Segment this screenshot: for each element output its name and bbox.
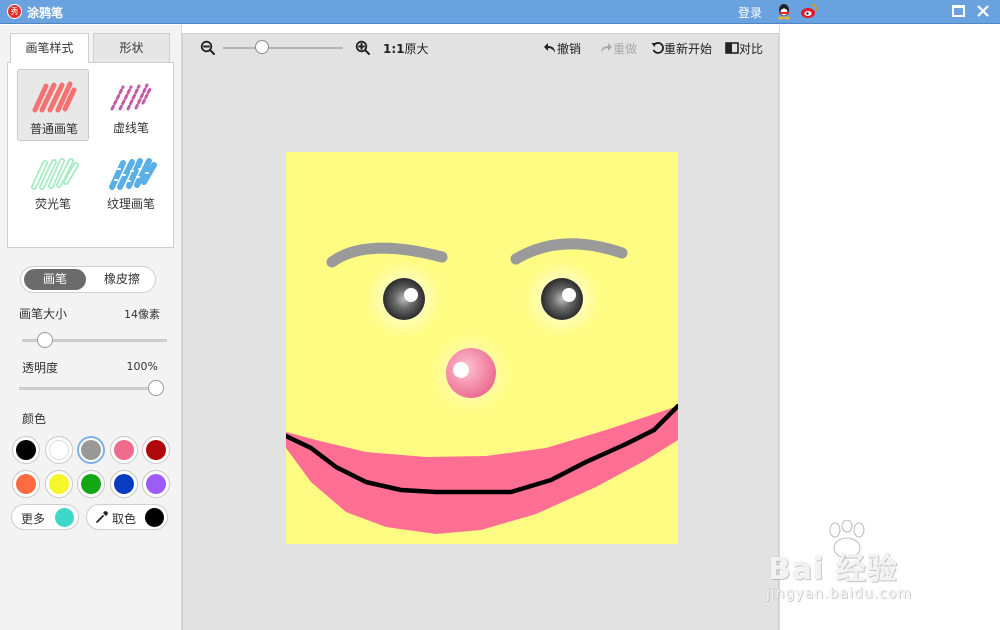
color-swatch-pink[interactable]: [110, 436, 138, 464]
left-eye-highlight: [404, 288, 418, 302]
compare-icon: [725, 42, 739, 54]
redo-button[interactable]: 重做: [599, 40, 637, 57]
more-color-preview: [55, 508, 74, 527]
opacity-track[interactable]: [19, 387, 164, 390]
brush-dashed-label: 虚线笔: [112, 121, 149, 135]
brush-normal[interactable]: 普通画笔: [17, 69, 89, 141]
actual-size-button[interactable]: 1:1原大: [383, 40, 429, 57]
opacity-value: 100%: [126, 360, 158, 373]
right-eye: [541, 278, 583, 320]
color-swatch-orange[interactable]: [12, 470, 40, 498]
weibo-icon[interactable]: [800, 3, 818, 20]
color-swatch-blue[interactable]: [110, 470, 138, 498]
brush-size-label: 画笔大小: [19, 307, 68, 321]
right-eye-highlight: [562, 288, 576, 302]
undo-button[interactable]: 撤销: [543, 40, 581, 57]
opacity-slider[interactable]: [148, 380, 164, 396]
undo-label: 撤销: [557, 42, 582, 56]
restart-label: 重新开始: [664, 42, 713, 56]
highlighter-brush-icon: [31, 158, 79, 190]
color-swatch-gray[interactable]: [77, 436, 105, 464]
swatch-fill: [16, 474, 36, 494]
pen-mode-button[interactable]: 画笔: [24, 269, 86, 290]
swatch-fill: [49, 440, 69, 460]
color-swatch-black[interactable]: [12, 436, 40, 464]
more-colors-button[interactable]: 更多: [11, 504, 79, 530]
pen-eraser-toggle: 画笔 橡皮擦: [20, 266, 156, 293]
tab-shape[interactable]: 形状: [93, 33, 170, 63]
brush-highlighter[interactable]: 荧光笔: [17, 145, 89, 217]
dashed-brush-icon: [110, 83, 153, 111]
left-panel: 画笔样式 形状 普通画笔 虚线笔 荧光笔 纹理画笔 画笔 橡皮擦 画笔大小 14…: [0, 25, 182, 630]
watermark-main: Bai 经验: [768, 552, 898, 587]
color-picker-label: 取色: [112, 512, 137, 526]
nose: [446, 348, 496, 398]
redo-icon: [601, 43, 612, 53]
left-eye: [383, 278, 425, 320]
actual-size-label: 原大: [404, 42, 429, 56]
normal-brush-icon: [32, 81, 77, 113]
restart-button[interactable]: 重新开始: [651, 40, 712, 57]
brush-normal-label: 普通画笔: [29, 122, 78, 136]
watermark: Bai 经验 jingyan.baidu.com: [740, 520, 990, 610]
brush-size-value: 14像素: [124, 308, 160, 321]
color-label: 颜色: [22, 412, 47, 426]
actual-size-ratio: 1:1: [383, 42, 405, 56]
swatch-fill: [16, 440, 36, 460]
eyedropper-icon: [96, 511, 108, 523]
color-swatch-white[interactable]: [45, 436, 73, 464]
redo-label: 重做: [613, 42, 638, 56]
brush-dashed[interactable]: 虚线笔: [95, 69, 167, 141]
tab-brush-style[interactable]: 画笔样式: [10, 33, 89, 63]
color-swatch-purple[interactable]: [142, 470, 170, 498]
more-colors-label: 更多: [21, 512, 46, 526]
drawing-canvas[interactable]: [286, 152, 678, 544]
opacity-label: 透明度: [22, 361, 59, 375]
swatch-fill: [146, 440, 166, 460]
window-title: 涂鸦笔: [27, 6, 64, 20]
color-swatch-green[interactable]: [77, 470, 105, 498]
brush-size-slider[interactable]: [37, 332, 54, 348]
brush-list: 普通画笔 虚线笔 荧光笔 纹理画笔: [7, 62, 174, 248]
color-swatch-darkred[interactable]: [142, 436, 170, 464]
qq-icon[interactable]: [776, 3, 792, 20]
color-swatch-yellow[interactable]: [45, 470, 73, 498]
swatch-fill: [81, 440, 101, 460]
close-icon[interactable]: [975, 3, 991, 19]
zoom-slider[interactable]: [254, 40, 269, 54]
swatch-fill: [114, 474, 134, 494]
brush-texture-label: 纹理画笔: [106, 197, 155, 211]
swatch-fill: [49, 474, 69, 494]
zoom-out-icon[interactable]: [200, 40, 216, 56]
brush-highlighter-label: 荧光笔: [34, 197, 71, 211]
nose-highlight: [453, 362, 469, 378]
login-link[interactable]: 登录: [738, 4, 762, 21]
eraser-mode-button[interactable]: 橡皮擦: [91, 269, 153, 290]
compare-button[interactable]: 对比: [725, 40, 763, 57]
undo-icon: [544, 43, 555, 53]
title-bar: 秀 涂鸦笔 登录: [0, 0, 1000, 24]
swatch-fill: [114, 440, 134, 460]
color-picker-button[interactable]: 取色: [86, 504, 168, 530]
picked-color-preview: [145, 508, 164, 527]
maximize-icon[interactable]: [952, 5, 965, 17]
restart-icon: [651, 42, 664, 54]
app-logo-icon: 秀: [7, 4, 22, 19]
zoom-track[interactable]: [223, 47, 343, 49]
texture-brush-icon: [109, 158, 157, 190]
compare-label: 对比: [739, 42, 764, 56]
swatch-fill: [81, 474, 101, 494]
watermark-sub: jingyan.baidu.com: [766, 586, 913, 602]
swatch-fill: [146, 474, 166, 494]
zoom-in-icon[interactable]: [355, 40, 371, 56]
brush-texture[interactable]: 纹理画笔: [95, 145, 167, 217]
canvas-workspace: 1:1原大 撤销 重做 重新开始 对比: [182, 33, 779, 630]
